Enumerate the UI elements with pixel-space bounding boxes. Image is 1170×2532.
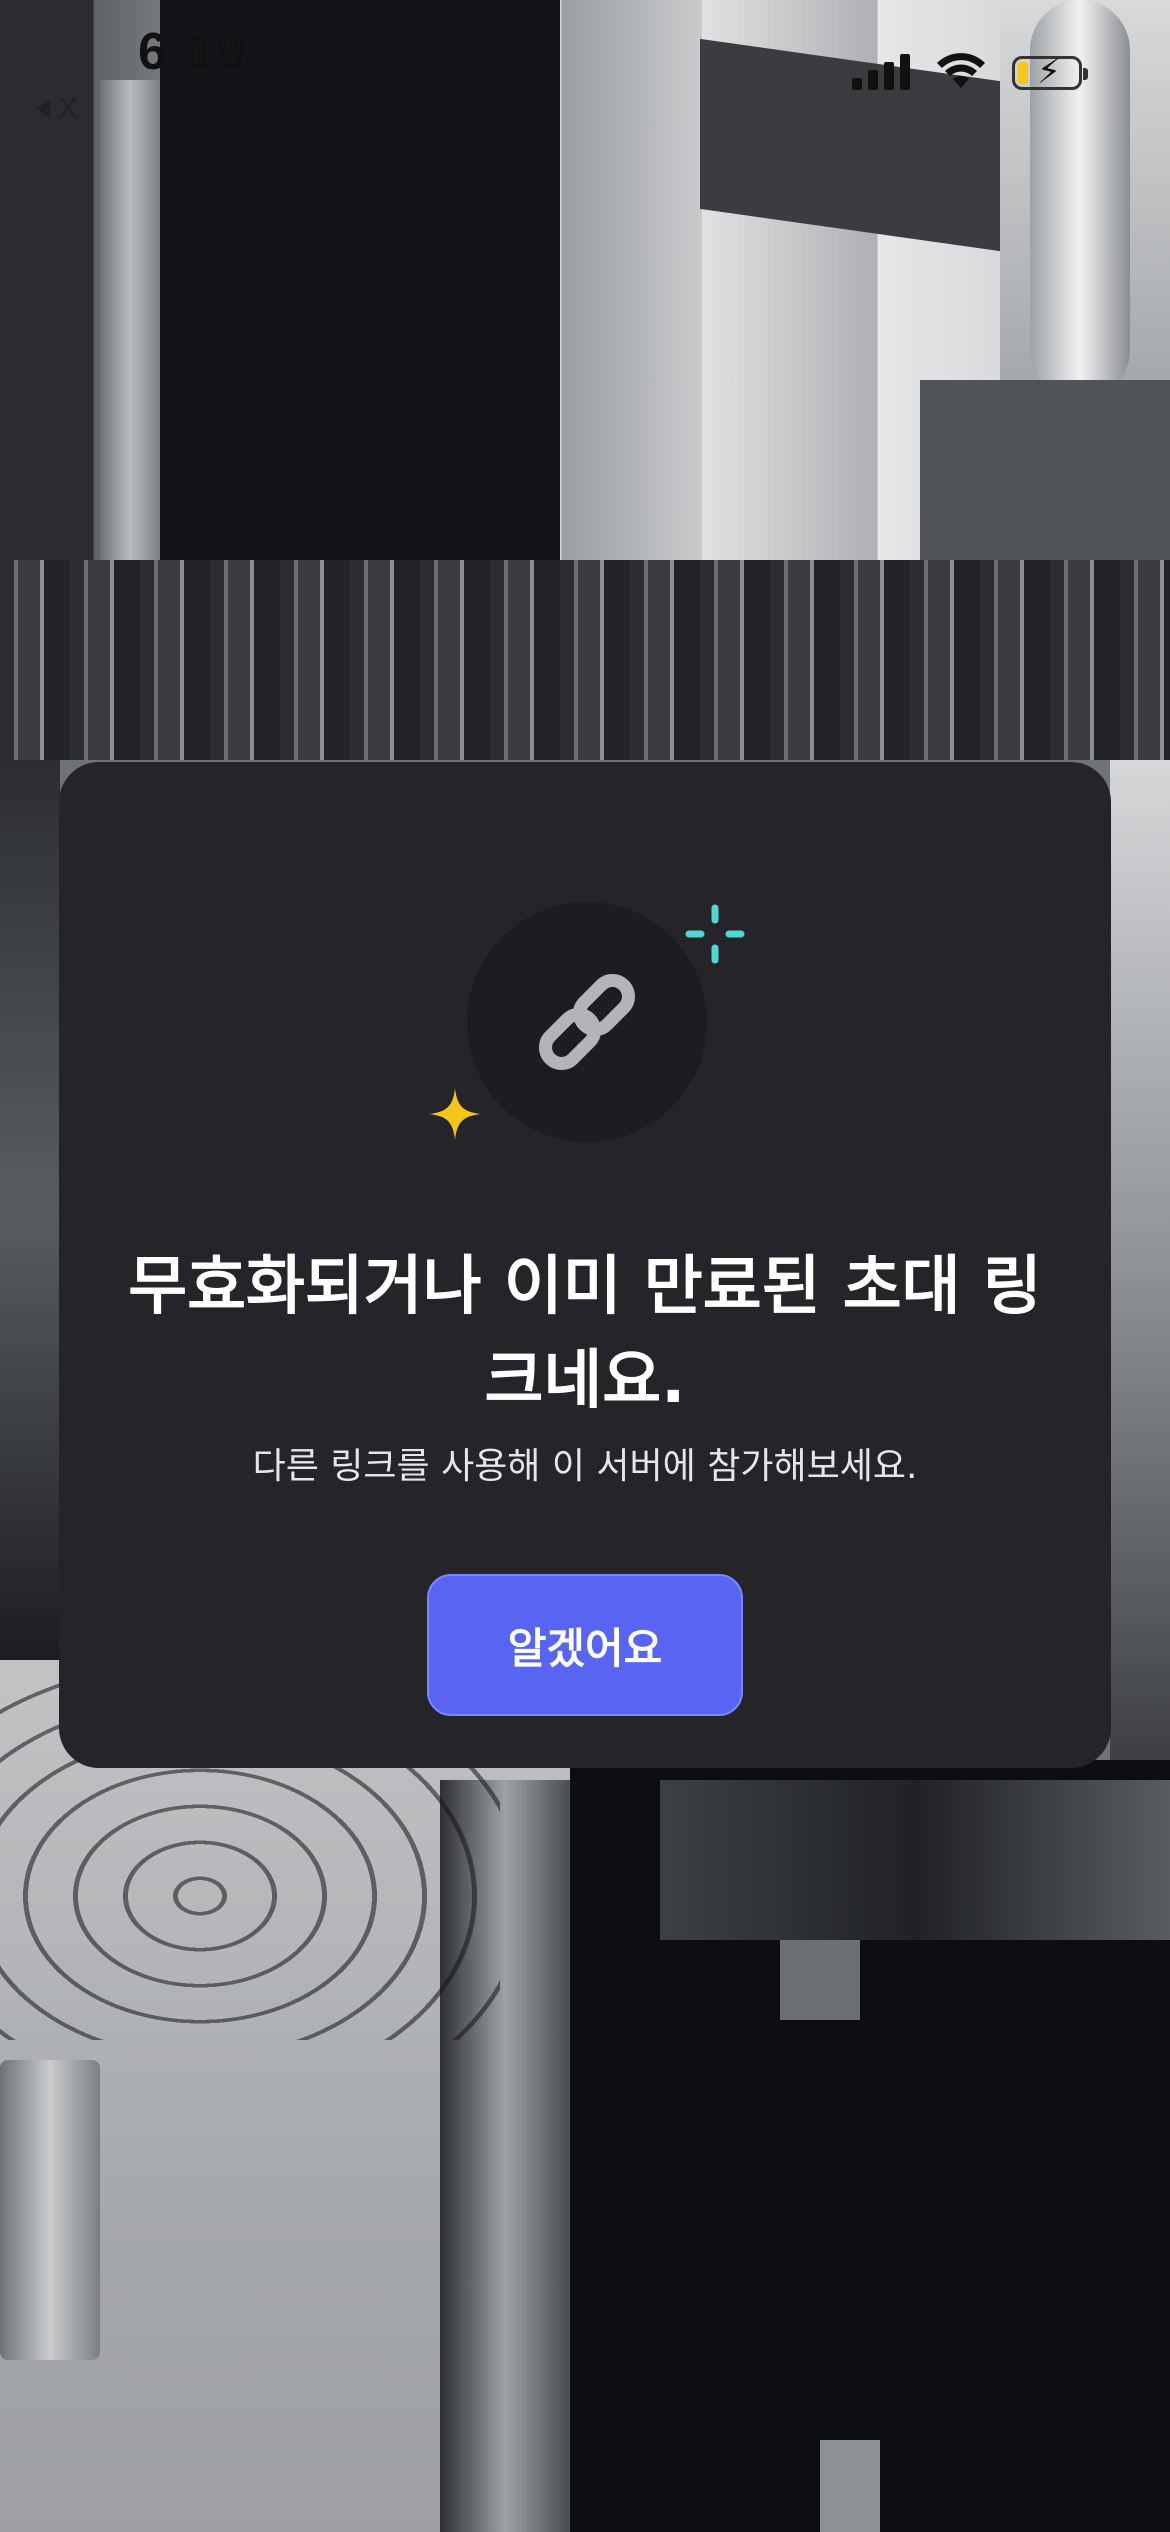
invalid-invite-dialog: 무효화되거나 이미 만료된 초대 링크네요. 다른 링크를 사용해 이 서버에 … — [59, 762, 1111, 1768]
cellular-signal-icon — [852, 50, 910, 90]
sparkle-yellow-icon — [429, 1088, 481, 1140]
battery-charging-icon: ⚡ — [1012, 55, 1088, 90]
confirm-button[interactable]: 알겠어요 — [427, 1574, 743, 1716]
dialog-title: 무효화되거나 이미 만료된 초대 링크네요. — [128, 1250, 1042, 1418]
status-time: 6:19 — [138, 23, 247, 81]
sparkle-blue-icon — [685, 904, 745, 964]
dialog-subtitle: 다른 링크를 사용해 이 서버에 참가해보세요. — [252, 1446, 918, 1487]
dialog-hero — [59, 902, 1111, 1142]
link-icon — [539, 974, 635, 1070]
back-arrow-icon — [36, 100, 50, 118]
back-app-label: X — [58, 92, 79, 125]
status-bar: 6:19 X ⚡ — [0, 0, 1170, 130]
link-icon-container — [467, 902, 707, 1142]
status-icons: ⚡ — [852, 50, 1088, 90]
back-to-app-button[interactable]: X — [36, 92, 78, 126]
wifi-icon — [937, 53, 985, 88]
